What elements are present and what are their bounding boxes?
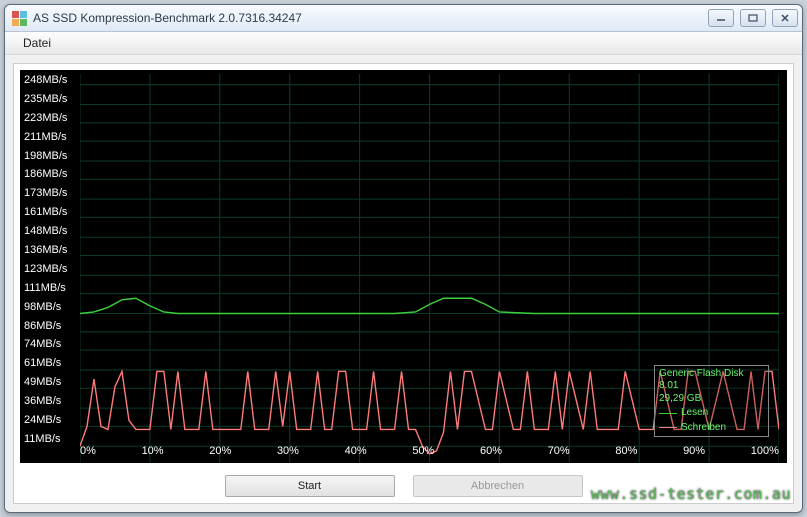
- content-panel: 248MB/s 235MB/s 223MB/s 211MB/s 198MB/s 186MB…: [13, 63, 794, 504]
- cancel-button: Abbrechen: [413, 475, 583, 497]
- plot-area: Generic Flash Disk 8.01 29,29 GB Lesen S…: [80, 74, 779, 463]
- x-tick: 100%: [751, 445, 779, 459]
- start-button[interactable]: Start: [225, 475, 395, 497]
- x-tick: 20%: [209, 445, 231, 459]
- legend-swatch-write: [659, 427, 677, 428]
- x-axis: 0% 10% 20% 30% 40% 50% 60% 70% 80% 90% 100%: [80, 445, 779, 459]
- y-axis: 248MB/s 235MB/s 223MB/s 211MB/s 198MB/s 186MB…: [20, 70, 80, 463]
- legend-capacity: 29,29 GB: [659, 393, 764, 406]
- x-tick: 10%: [142, 445, 164, 459]
- menubar: Datei: [5, 32, 802, 55]
- legend-swatch-read: [659, 413, 677, 414]
- x-tick: 90%: [683, 445, 705, 459]
- y-tick: 74MB/s: [24, 338, 78, 350]
- maximize-button[interactable]: [740, 9, 766, 27]
- x-tick: 40%: [345, 445, 367, 459]
- y-tick: 198MB/s: [24, 150, 78, 162]
- y-tick: 235MB/s: [24, 93, 78, 105]
- y-tick: 211MB/s: [24, 131, 78, 143]
- close-button[interactable]: [772, 9, 798, 27]
- x-tick: 60%: [480, 445, 502, 459]
- y-tick: 24MB/s: [24, 414, 78, 426]
- legend-label-read: Lesen: [681, 407, 708, 420]
- legend-label-write: Schreiben: [681, 422, 726, 435]
- legend-disk-name: Generic Flash Disk 8.01: [659, 368, 764, 393]
- x-tick: 0%: [80, 445, 96, 459]
- y-tick: 148MB/s: [24, 225, 78, 237]
- y-tick: 248MB/s: [24, 74, 78, 86]
- y-tick: 173MB/s: [24, 187, 78, 199]
- x-tick: 70%: [548, 445, 570, 459]
- app-window: AS SSD Kompression-Benchmark 2.0.7316.34…: [4, 4, 803, 513]
- y-tick: 136MB/s: [24, 244, 78, 256]
- chart-legend: Generic Flash Disk 8.01 29,29 GB Lesen S…: [654, 365, 769, 438]
- x-tick: 30%: [277, 445, 299, 459]
- y-tick: 161MB/s: [24, 206, 78, 218]
- titlebar: AS SSD Kompression-Benchmark 2.0.7316.34…: [5, 5, 802, 32]
- y-tick: 111MB/s: [24, 282, 78, 294]
- y-tick: 98MB/s: [24, 301, 78, 313]
- x-tick: 50%: [412, 445, 434, 459]
- menu-file[interactable]: Datei: [17, 34, 57, 52]
- y-tick: 11MB/s: [24, 433, 78, 445]
- button-bar: Start Abbrechen: [14, 475, 793, 497]
- legend-entry-write: Schreiben: [659, 422, 764, 435]
- app-icon: [11, 10, 27, 26]
- x-tick: 80%: [615, 445, 637, 459]
- y-tick: 223MB/s: [24, 112, 78, 124]
- window-buttons: [708, 9, 798, 27]
- window-title: AS SSD Kompression-Benchmark 2.0.7316.34…: [33, 11, 708, 25]
- minimize-button[interactable]: [708, 9, 734, 27]
- legend-entry-read: Lesen: [659, 407, 764, 420]
- y-tick: 186MB/s: [24, 168, 78, 180]
- y-tick: 49MB/s: [24, 376, 78, 388]
- y-tick: 123MB/s: [24, 263, 78, 275]
- y-tick: 36MB/s: [24, 395, 78, 407]
- y-tick: 86MB/s: [24, 320, 78, 332]
- chart: 248MB/s 235MB/s 223MB/s 211MB/s 198MB/s 186MB…: [20, 70, 787, 463]
- y-tick: 61MB/s: [24, 357, 78, 369]
